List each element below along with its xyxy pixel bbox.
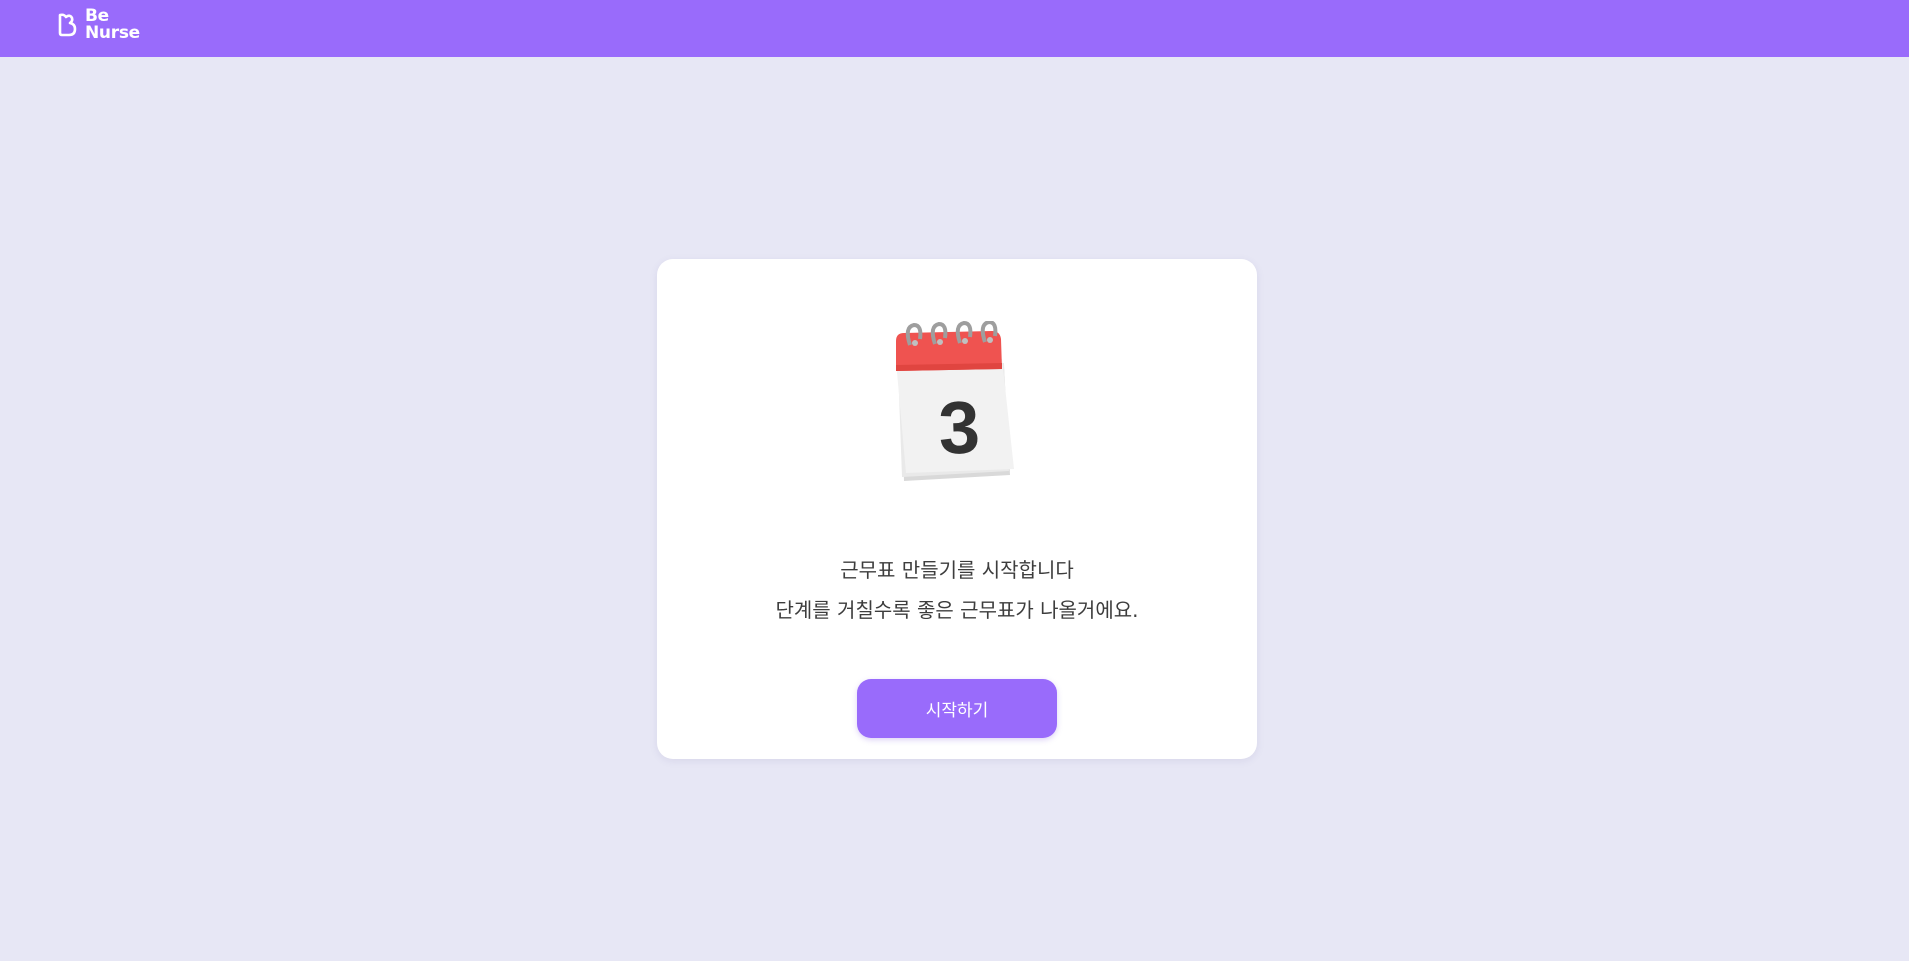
logo-wordmark: Be Nurse <box>85 8 140 42</box>
start-card: 3 근무표 만들기를 시작합니다 단계를 거칠수록 좋은 근무표가 나올거에요.… <box>657 259 1257 759</box>
intro-message-line-1: 근무표 만들기를 시작합니다 <box>840 558 1074 582</box>
app-logo[interactable]: Be Nurse <box>55 8 140 42</box>
calendar-icon: 3 <box>896 321 1014 481</box>
calendar-day-number: 3 <box>937 385 981 469</box>
start-button[interactable]: 시작하기 <box>857 679 1057 738</box>
top-navbar: Be Nurse <box>0 0 1909 57</box>
intro-message-line-2: 단계를 거칠수록 좋은 근무표가 나올거에요. <box>775 598 1139 622</box>
logo-line-2: Nurse <box>85 23 140 43</box>
heart-b-icon <box>58 13 77 37</box>
